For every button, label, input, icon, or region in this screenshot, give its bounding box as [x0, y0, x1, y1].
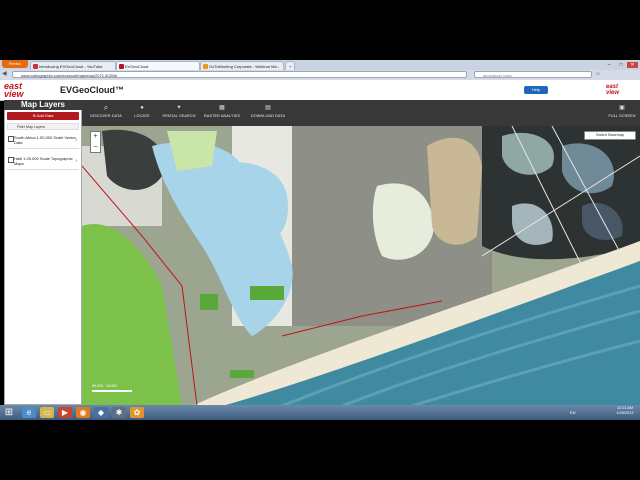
app-title: EVGeoCloud™ [60, 85, 125, 95]
layer-item-south-africa[interactable]: South Africa 1:50,000 Scale Vector Data › [7, 133, 79, 149]
media-player-icon[interactable]: ▶ [58, 407, 72, 418]
firefox-icon[interactable]: ◉ [76, 407, 90, 418]
add-data-button[interactable]: ⊕ Add Data [7, 112, 79, 120]
scale-bar [92, 390, 132, 392]
layer-checkbox[interactable] [8, 136, 14, 142]
zoom-control: + – [90, 131, 101, 153]
clock[interactable]: 12:21 AM 4/26/2013 [612, 406, 638, 419]
clock-time: 12:21 AM [616, 406, 634, 410]
tab-evgeocloud[interactable]: EVGeoCloud [116, 61, 200, 70]
tab-label: EVGeoCloud [125, 64, 149, 69]
download-data-button[interactable]: ▤ DOWNLOAD DATA [248, 100, 288, 126]
gotomeeting-icon[interactable]: ✿ [130, 407, 144, 418]
chevron-right-icon[interactable]: › [75, 138, 77, 143]
toolbar-label: FULL SCREEN [608, 114, 636, 118]
toolbar-label: RASTER ANALYSIS [203, 114, 241, 118]
spatial-search-button[interactable]: ✦ SPATIAL SEARCH [160, 100, 198, 126]
tab-youtube[interactable]: Introducing EVGeoCloud - YouTube [30, 61, 116, 70]
tab-label: GoToMeeting Corporate - Webinar Ma... [209, 64, 281, 69]
windows-start-button[interactable]: ⊞ [2, 405, 16, 420]
download-icon: ▤ [265, 105, 271, 111]
layer-item-haiti[interactable]: Haiti 1:25,000 Scale Topographic Maps › [7, 154, 79, 170]
maximize-button[interactable]: □ [616, 62, 626, 68]
tab-gotomeeting[interactable]: GoToMeeting Corporate - Webinar Ma... [200, 61, 284, 70]
ie-icon[interactable]: e [22, 407, 36, 418]
toolbar-label: SPATIAL SEARCH [162, 114, 196, 118]
layer-checkbox[interactable] [8, 157, 14, 163]
search-input[interactable]: geoedgoer login [474, 71, 592, 78]
home-icon[interactable]: ⌂ [596, 71, 600, 78]
new-tab-button[interactable]: + [285, 61, 295, 70]
map-canvas[interactable] [82, 126, 640, 406]
app-icon[interactable]: ◆ [94, 407, 108, 418]
eastview-logo: east view [4, 81, 24, 99]
gotomeeting-favicon [203, 64, 208, 69]
back-arrow-icon[interactable]: ◀ [2, 71, 7, 78]
pin-icon: ● [140, 105, 144, 111]
chevron-right-icon[interactable]: › [75, 159, 77, 164]
toolbar-label: DOWNLOAD DATA [250, 114, 286, 118]
raster-icon: ▦ [219, 105, 225, 111]
zoom-out-button[interactable]: – [91, 142, 100, 152]
folder-icon[interactable]: ▭ [40, 407, 54, 418]
spatial-icon: ✦ [176, 105, 182, 111]
satellite-imagery [82, 126, 640, 406]
layer-label: Haiti 1:25,000 Scale Topographic Maps [14, 156, 73, 166]
zoom-in-button[interactable]: + [91, 132, 100, 142]
map-layers-title: Map Layers [4, 100, 82, 110]
switch-basemap-button[interactable]: Switch Basemap [584, 131, 636, 140]
full-screen-button[interactable]: ▣ FULL SCREEN [606, 100, 638, 126]
eastview-logo-right: east view [606, 84, 620, 96]
coords-text: 99.024 · 34.082 [92, 384, 118, 388]
address-bar[interactable]: www.cartographic.com/evcloud/map/map/207… [12, 71, 467, 78]
layer-label: South Africa 1:50,000 Scale Vector Data [14, 135, 76, 145]
youtube-icon [33, 64, 38, 69]
app2-icon[interactable]: ✱ [112, 407, 126, 418]
fullscreen-icon: ▣ [619, 105, 625, 111]
magnifier-icon: ⌕ [103, 103, 109, 112]
toolbar-label: DISCOVER DATA [90, 114, 122, 118]
tab-label: Introducing EVGeoCloud - YouTube [39, 64, 103, 69]
toolbar-label: LOCATE [134, 114, 150, 118]
system-tray: EN [570, 410, 576, 415]
minimize-button[interactable]: – [604, 62, 614, 68]
close-window-button[interactable]: ✕ [627, 62, 638, 68]
discover-data-button[interactable]: ⌕ DISCOVER DATA [88, 100, 124, 126]
firefox-menu-button[interactable]: Firefox [2, 60, 28, 68]
raster-analysis-button[interactable]: ▦ RASTER ANALYSIS [202, 100, 242, 126]
filter-layers-input[interactable]: Filter Map Layers [7, 123, 79, 130]
clock-date: 4/26/2013 [616, 411, 634, 415]
locate-button[interactable]: ● LOCATE [130, 100, 154, 126]
help-button[interactable]: Help [524, 86, 548, 94]
add-data-label: Add Data [36, 113, 54, 118]
evgeocloud-favicon [119, 64, 124, 69]
coordinate-readout: 99.024 · 34.082 [92, 384, 142, 398]
